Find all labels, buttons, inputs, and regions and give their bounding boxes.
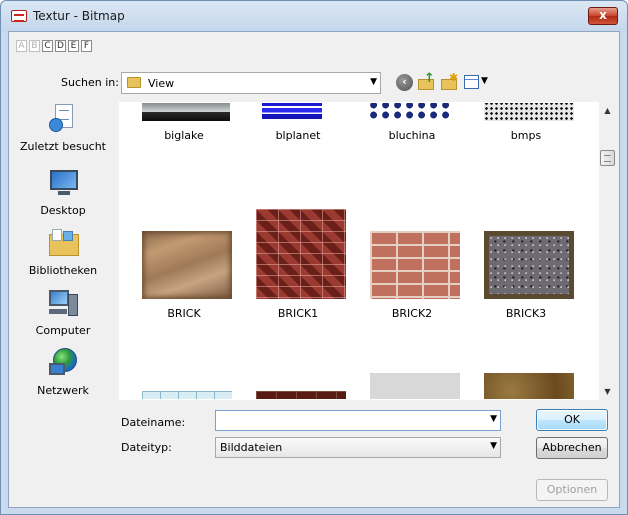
drive-a-button[interactable]: A <box>16 40 27 52</box>
chevron-down-icon[interactable]: ▼ <box>490 441 497 451</box>
lookin-label: Suchen in: <box>61 76 119 89</box>
drive-c-button[interactable]: C <box>42 40 53 52</box>
place-recent[interactable]: Zuletzt besucht <box>13 104 113 160</box>
file-thumbnail <box>262 103 322 119</box>
ok-button[interactable]: OK <box>536 409 608 431</box>
place-label: Computer <box>35 324 91 337</box>
place-label: Desktop <box>40 204 86 217</box>
file-list-scrollbar[interactable]: ▲ ▼ <box>599 102 616 400</box>
file-thumbnail <box>142 103 230 121</box>
lookin-combo[interactable]: View ▼ <box>121 72 381 94</box>
close-button[interactable]: x <box>588 7 618 25</box>
chevron-down-icon[interactable]: ▼ <box>370 77 377 87</box>
place-desktop[interactable]: Desktop <box>13 168 113 224</box>
file-thumbnail <box>142 391 232 399</box>
window-title: Textur - Bitmap <box>33 9 125 23</box>
file-thumbnail <box>484 373 574 399</box>
filename-input[interactable] <box>218 413 480 428</box>
title-bar[interactable]: Textur - Bitmap x <box>1 1 627 31</box>
lookin-value: View <box>148 77 175 90</box>
scroll-down-arrow-icon[interactable]: ▼ <box>599 383 616 400</box>
chevron-down-icon[interactable]: ▼ <box>490 414 497 424</box>
filename-label: Dateiname: <box>121 416 186 429</box>
file-thumbnail <box>142 231 232 299</box>
view-menu-icon[interactable]: ▼ <box>464 74 492 91</box>
file-list[interactable]: biglake blplanet bluchina bmps BRICK BRI… <box>119 102 616 400</box>
libraries-icon <box>49 228 79 258</box>
file-name: BRICK <box>167 307 201 320</box>
drive-d-button[interactable]: D <box>55 40 66 52</box>
file-name: BRICK2 <box>391 307 433 320</box>
filetype-select[interactable]: Bilddateien ▼ <box>215 437 501 458</box>
file-thumbnail <box>370 373 460 399</box>
folder-icon <box>127 77 141 88</box>
file-name: biglake <box>164 129 204 142</box>
file-thumbnail <box>256 391 346 399</box>
new-folder-icon[interactable]: ✱ <box>441 71 459 91</box>
place-label: Netzwerk <box>37 384 89 397</box>
place-libraries[interactable]: Bibliotheken <box>13 228 113 284</box>
filetype-value: Bilddateien <box>220 441 283 454</box>
recent-places-icon <box>49 104 79 134</box>
filetype-label: Dateityp: <box>121 441 172 454</box>
filename-combo[interactable]: ▼ <box>215 410 501 431</box>
drive-b-button[interactable]: B <box>29 40 40 52</box>
file-name: blplanet <box>275 129 321 142</box>
app-icon <box>11 10 27 22</box>
file-thumbnail <box>484 231 574 299</box>
dialog-client: A B C D E F Suchen in: View ▼ ‹ ↑ ✱ ▼ Zu… <box>8 31 620 508</box>
cancel-button[interactable]: Abbrechen <box>536 437 608 459</box>
file-thumbnail <box>370 231 460 299</box>
drive-letters: A B C D E F <box>16 40 92 52</box>
up-folder-icon[interactable]: ↑ <box>418 71 436 91</box>
file-name: bmps <box>510 129 542 142</box>
place-computer[interactable]: Computer <box>13 288 113 344</box>
back-icon[interactable]: ‹ <box>396 74 413 91</box>
file-name: bluchina <box>388 129 436 142</box>
file-name: BRICK1 <box>277 307 319 320</box>
place-network[interactable]: Netzwerk <box>13 348 113 404</box>
file-thumbnail <box>370 103 454 121</box>
options-button[interactable]: Optionen <box>536 479 608 501</box>
scroll-up-arrow-icon[interactable]: ▲ <box>599 102 616 119</box>
place-label: Bibliotheken <box>28 264 98 277</box>
drive-e-button[interactable]: E <box>68 40 79 52</box>
place-label: Zuletzt besucht <box>19 140 106 153</box>
drive-f-button[interactable]: F <box>81 40 92 52</box>
places-bar: Zuletzt besucht Desktop Bibliotheken Com… <box>13 104 113 404</box>
network-icon <box>49 348 79 378</box>
dialog-window: Textur - Bitmap x A B C D E F Suchen in:… <box>0 0 628 515</box>
file-thumbnail <box>256 209 346 299</box>
file-name: BRICK3 <box>505 307 547 320</box>
computer-icon <box>49 288 79 318</box>
desktop-icon <box>49 168 79 198</box>
scrollbar-thumb[interactable] <box>600 150 615 166</box>
file-thumbnail <box>484 103 574 121</box>
